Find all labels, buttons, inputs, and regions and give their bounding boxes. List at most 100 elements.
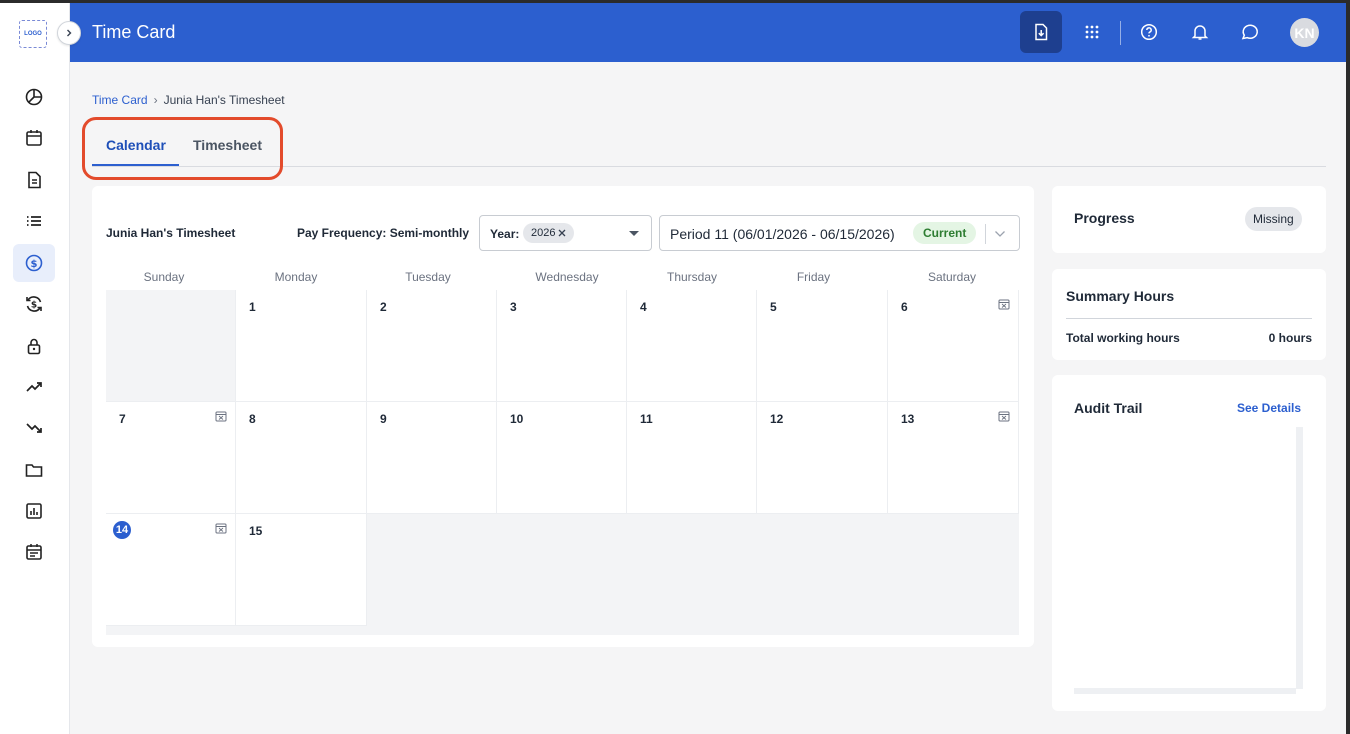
- sidebar-item-list[interactable]: [13, 202, 55, 240]
- close-icon[interactable]: [558, 229, 566, 237]
- day-number: 4: [640, 300, 647, 314]
- sidebar-item-documents[interactable]: [13, 161, 55, 199]
- period-select[interactable]: Period 11 (06/01/2026 - 06/15/2026) Curr…: [659, 215, 1020, 251]
- calendar-day-today[interactable]: 14: [106, 514, 236, 626]
- file-download-icon: [1035, 23, 1048, 41]
- user-avatar[interactable]: KN: [1290, 18, 1319, 47]
- weekday-label: Tuesday: [405, 270, 451, 284]
- day-number: 7: [119, 412, 126, 426]
- tabs-highlight-annotation: [82, 117, 283, 180]
- see-details-link[interactable]: See Details: [1237, 401, 1301, 415]
- list-icon: [27, 216, 41, 226]
- dollar-circle-icon: $: [25, 254, 43, 272]
- calendar-day[interactable]: 9: [367, 402, 497, 514]
- lock-icon: [27, 338, 41, 355]
- calendar-list-icon: [26, 544, 42, 560]
- day-number: 8: [249, 412, 256, 426]
- year-select[interactable]: Year: 2026: [479, 215, 652, 251]
- notifications-button[interactable]: [1179, 11, 1221, 53]
- calendar-day[interactable]: 13: [888, 402, 1019, 514]
- help-button[interactable]: [1128, 11, 1170, 53]
- progress-title: Progress: [1074, 210, 1135, 226]
- calendar-grid: 1 2 3 4 5 6 7 8 9 10 11 12 13 14 15: [106, 290, 1019, 635]
- trending-up-icon: [26, 382, 42, 392]
- calendar-off-icon[interactable]: [215, 522, 227, 534]
- help-icon: [1140, 23, 1158, 41]
- app-window: LOGO $ $ Time Card KN Time Card › Junia …: [0, 3, 1346, 734]
- day-number: 1: [249, 300, 256, 314]
- breadcrumb-separator: ›: [153, 93, 158, 107]
- svg-text:$: $: [31, 259, 38, 270]
- day-number: 9: [380, 412, 387, 426]
- calendar-day[interactable]: 4: [627, 290, 757, 402]
- dollar-refresh-icon: $: [26, 296, 42, 312]
- summary-hours-panel: Summary Hours Total working hours 0 hour…: [1052, 269, 1326, 360]
- period-status-badge: Current: [913, 222, 977, 244]
- calendar-off-icon[interactable]: [998, 298, 1010, 310]
- weekday-label: Wednesday: [535, 270, 599, 284]
- period-divider: [985, 224, 986, 244]
- calendar-day[interactable]: 2: [367, 290, 497, 402]
- calendar-day[interactable]: 5: [757, 290, 888, 402]
- horizontal-scrollbar[interactable]: [1074, 688, 1296, 694]
- day-number-today: 14: [113, 521, 131, 539]
- vertical-scrollbar[interactable]: [1296, 427, 1303, 689]
- sidebar-expand-button[interactable]: [57, 21, 81, 45]
- calendar-day[interactable]: 11: [627, 402, 757, 514]
- total-hours-value: 0 hours: [1268, 331, 1312, 345]
- weekday-label: Sunday: [143, 270, 185, 284]
- sidebar-item-dashboard[interactable]: [13, 78, 55, 116]
- calendar-day[interactable]: 10: [497, 402, 627, 514]
- day-number: 2: [380, 300, 387, 314]
- sidebar-item-exchange[interactable]: $: [13, 285, 55, 323]
- calendar-icon: [26, 130, 42, 146]
- calendar-day[interactable]: 8: [236, 402, 367, 514]
- day-number: 3: [510, 300, 517, 314]
- progress-status-badge: Missing: [1245, 207, 1302, 231]
- weekday-label: Friday: [796, 270, 831, 284]
- progress-panel: Progress Missing: [1052, 186, 1326, 253]
- year-chip: 2026: [523, 223, 575, 243]
- sidebar-item-trending-up[interactable]: [13, 368, 55, 406]
- page-title: Time Card: [92, 22, 176, 42]
- weekday-label: Monday: [274, 270, 318, 284]
- calendar-off-icon[interactable]: [215, 410, 227, 422]
- year-label: Year:: [490, 227, 520, 241]
- calendar-cell-empty: [106, 290, 236, 402]
- trending-down-icon: [26, 423, 42, 433]
- chevron-right-icon: [67, 29, 72, 37]
- sidebar-item-schedule[interactable]: [13, 533, 55, 571]
- svg-text:$: $: [31, 301, 37, 311]
- day-number: 5: [770, 300, 777, 314]
- day-number: 11: [640, 412, 653, 426]
- calendar-day[interactable]: 7: [106, 402, 236, 514]
- audit-trail-panel: Audit Trail See Details: [1052, 375, 1326, 711]
- year-value: 2026: [531, 227, 556, 239]
- breadcrumb-root-link[interactable]: Time Card: [92, 93, 148, 107]
- sidebar-item-calendar[interactable]: [13, 119, 55, 157]
- calendar-day[interactable]: 1: [236, 290, 367, 402]
- chat-button[interactable]: [1229, 11, 1271, 53]
- sidebar: LOGO $ $: [0, 3, 81, 734]
- weekday-header: Sunday Monday Tuesday Wednesday Thursday…: [106, 270, 1018, 288]
- summary-divider: [1066, 318, 1312, 319]
- calendar-day[interactable]: 12: [757, 402, 888, 514]
- sidebar-item-payroll[interactable]: $: [13, 244, 55, 282]
- sidebar-item-security[interactable]: [13, 327, 55, 365]
- day-number: 6: [901, 300, 908, 314]
- top-header: Time Card KN: [70, 3, 1346, 62]
- calendar-day[interactable]: 6: [888, 290, 1019, 402]
- timesheet-title: Junia Han's Timesheet: [106, 226, 236, 240]
- export-button[interactable]: [1020, 11, 1062, 53]
- calendar-off-icon[interactable]: [998, 410, 1010, 422]
- calendar-day[interactable]: 15: [236, 514, 367, 626]
- chat-icon: [1241, 24, 1258, 40]
- day-number: 15: [249, 524, 263, 538]
- breadcrumb: Time Card › Junia Han's Timesheet: [92, 93, 285, 107]
- sidebar-item-folder[interactable]: [13, 451, 55, 489]
- apps-button[interactable]: [1071, 11, 1113, 53]
- sidebar-item-trending-down[interactable]: [13, 409, 55, 447]
- sidebar-item-reports[interactable]: [13, 492, 55, 530]
- calendar-day[interactable]: 3: [497, 290, 627, 402]
- pie-chart-icon: [25, 88, 43, 106]
